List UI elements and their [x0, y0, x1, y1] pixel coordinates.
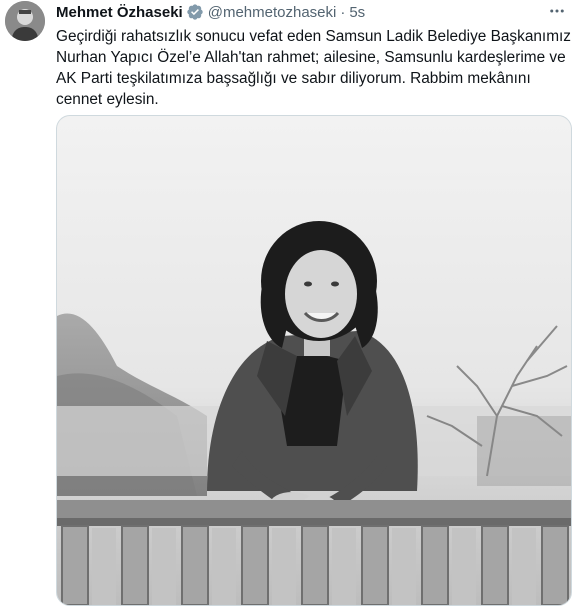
tweet[interactable]: Mehmet Özhaseki @mehmetozhaseki · 5s Geç…	[0, 0, 586, 612]
author-handle[interactable]: @mehmetozhaseki	[208, 4, 337, 21]
tweet-photo[interactable]	[56, 115, 572, 606]
tweet-header: Mehmet Özhaseki @mehmetozhaseki · 5s	[56, 2, 365, 22]
avatar[interactable]	[5, 1, 45, 41]
tweet-text: Geçirdiği rahatsızlık sonucu vefat eden …	[56, 28, 572, 108]
timestamp[interactable]: 5s	[349, 4, 365, 21]
author-name[interactable]: Mehmet Özhaseki	[56, 4, 183, 21]
separator-dot: ·	[340, 3, 346, 21]
more-options-icon[interactable]	[546, 1, 568, 21]
verified-badge-icon	[186, 3, 204, 21]
